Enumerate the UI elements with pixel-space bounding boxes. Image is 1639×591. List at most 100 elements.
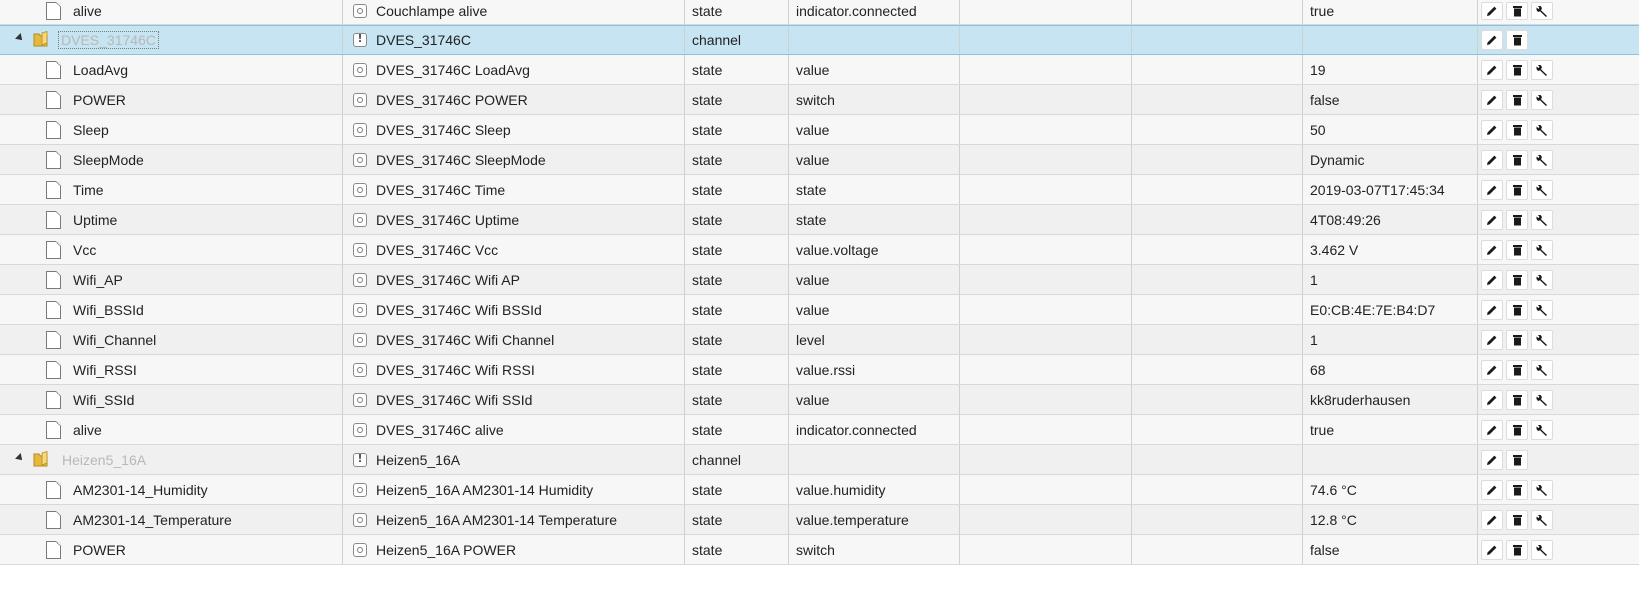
table-row[interactable]: LoadAvg DVES_31746C LoadAvg state value 19 (0, 55, 1639, 85)
edit-button[interactable] (1481, 509, 1503, 530)
value-cell[interactable]: 68 (1303, 355, 1478, 384)
table-row[interactable]: Wifi_RSSI DVES_31746C Wifi RSSI state value… (0, 355, 1639, 385)
config-button[interactable] (1531, 539, 1553, 560)
edit-button[interactable] (1481, 479, 1503, 500)
value-cell[interactable]: Dynamic (1303, 145, 1478, 174)
table-row[interactable]: SleepMode DVES_31746C SleepMode state value… (0, 145, 1639, 175)
config-button[interactable] (1531, 419, 1553, 440)
table-row[interactable]: alive Couchlampe alive state indicator.conn… (0, 0, 1639, 25)
delete-button[interactable] (1506, 119, 1528, 140)
config-button[interactable] (1531, 239, 1553, 260)
value-cell[interactable]: 1 (1303, 325, 1478, 354)
value-cell[interactable]: false (1303, 535, 1478, 564)
collapse-toggle-icon[interactable] (15, 452, 25, 463)
value-cell[interactable]: 12.8 °C (1303, 505, 1478, 534)
edit-button[interactable] (1481, 119, 1503, 140)
edit-button[interactable] (1481, 179, 1503, 200)
delete-button[interactable] (1506, 30, 1528, 50)
edit-button[interactable] (1481, 329, 1503, 350)
value-cell[interactable]: 4T08:49:26 (1303, 205, 1478, 234)
delete-button[interactable] (1506, 329, 1528, 350)
value-cell[interactable]: kk8ruderhausen (1303, 385, 1478, 414)
table-row[interactable]: Time DVES_31746C Time state state 2019-03-07… (0, 175, 1639, 205)
object-role: value (796, 391, 830, 408)
edit-button[interactable] (1481, 30, 1503, 50)
table-row[interactable]: AM2301-14_Humidity Heizen5_16A AM2301-14 … (0, 475, 1639, 505)
value-cell[interactable]: 3.462 V (1303, 235, 1478, 264)
object-value: 2019-03-07T17:45:34 (1310, 181, 1445, 198)
delete-button[interactable] (1506, 149, 1528, 170)
table-row[interactable]: Sleep DVES_31746C Sleep state value 50 (0, 115, 1639, 145)
config-button[interactable] (1531, 359, 1553, 380)
value-cell[interactable]: true (1303, 415, 1478, 444)
state-icon (353, 152, 367, 167)
edit-button[interactable] (1481, 59, 1503, 80)
table-row[interactable]: AM2301-14_Temperature Heizen5_16A AM2301-… (0, 505, 1639, 535)
value-cell[interactable]: E0:CB:4E:7E:B4:D7 (1303, 295, 1478, 324)
edit-button[interactable] (1481, 539, 1503, 560)
delete-button[interactable] (1506, 419, 1528, 440)
delete-button[interactable] (1506, 2, 1528, 20)
config-button[interactable] (1531, 479, 1553, 500)
table-row[interactable]: Wifi_AP DVES_31746C Wifi AP state value 1 (0, 265, 1639, 295)
role-cell: value (789, 115, 960, 144)
delete-button[interactable] (1506, 479, 1528, 500)
table-row[interactable]: Uptime DVES_31746C Uptime state state 4T08:4… (0, 205, 1639, 235)
delete-button[interactable] (1506, 209, 1528, 230)
edit-button[interactable] (1481, 269, 1503, 290)
table-row[interactable]: Wifi_Channel DVES_31746C Wifi Channel stat… (0, 325, 1639, 355)
config-button[interactable] (1531, 389, 1553, 410)
table-row[interactable]: Wifi_SSId DVES_31746C Wifi SSId state value… (0, 385, 1639, 415)
edit-button[interactable] (1481, 389, 1503, 410)
config-button[interactable] (1531, 509, 1553, 530)
edit-button[interactable] (1481, 419, 1503, 440)
delete-button[interactable] (1506, 359, 1528, 380)
config-button[interactable] (1531, 269, 1553, 290)
delete-button[interactable] (1506, 239, 1528, 260)
delete-button[interactable] (1506, 59, 1528, 80)
table-row[interactable]: POWER DVES_31746C POWER state switch false (0, 85, 1639, 115)
edit-button[interactable] (1481, 209, 1503, 230)
edit-button[interactable] (1481, 359, 1503, 380)
delete-button[interactable] (1506, 389, 1528, 410)
config-button[interactable] (1531, 299, 1553, 320)
state-actions (1478, 415, 1639, 444)
value-cell[interactable]: true (1303, 0, 1478, 24)
channel-row[interactable]: DVES_31746C! DVES_31746C channel (0, 25, 1639, 55)
channel-row[interactable]: Heizen5_16A! Heizen5_16A channel (0, 445, 1639, 475)
edit-button[interactable] (1481, 299, 1503, 320)
collapse-toggle-icon[interactable] (15, 33, 25, 43)
table-row[interactable]: Vcc DVES_31746C Vcc state value.voltage 3.46… (0, 235, 1639, 265)
value-cell[interactable]: 50 (1303, 115, 1478, 144)
config-button[interactable] (1531, 149, 1553, 170)
edit-button[interactable] (1481, 2, 1503, 20)
config-button[interactable] (1531, 2, 1553, 20)
value-cell[interactable]: 1 (1303, 265, 1478, 294)
value-cell[interactable]: 19 (1303, 55, 1478, 84)
value-cell[interactable]: 74.6 °C (1303, 475, 1478, 504)
delete-button[interactable] (1506, 179, 1528, 200)
edit-button[interactable] (1481, 89, 1503, 110)
edit-button[interactable] (1481, 239, 1503, 260)
table-row[interactable]: alive DVES_31746C alive state indicator.con… (0, 415, 1639, 445)
value-cell[interactable]: 2019-03-07T17:45:34 (1303, 175, 1478, 204)
delete-button[interactable] (1506, 299, 1528, 320)
folder-icon (33, 450, 51, 468)
delete-button[interactable] (1506, 269, 1528, 290)
delete-button[interactable] (1506, 509, 1528, 530)
config-button[interactable] (1531, 209, 1553, 230)
table-row[interactable]: Wifi_BSSId DVES_31746C Wifi BSSId state val… (0, 295, 1639, 325)
value-cell[interactable]: false (1303, 85, 1478, 114)
config-button[interactable] (1531, 179, 1553, 200)
object-id: POWER (73, 91, 126, 108)
config-button[interactable] (1531, 59, 1553, 80)
config-button[interactable] (1531, 329, 1553, 350)
table-row[interactable]: POWER Heizen5_16A POWER state switch false (0, 535, 1639, 565)
config-button[interactable] (1531, 89, 1553, 110)
edit-button[interactable] (1481, 449, 1503, 470)
delete-button[interactable] (1506, 89, 1528, 110)
delete-button[interactable] (1506, 539, 1528, 560)
config-button[interactable] (1531, 119, 1553, 140)
edit-button[interactable] (1481, 149, 1503, 170)
delete-button[interactable] (1506, 449, 1528, 470)
